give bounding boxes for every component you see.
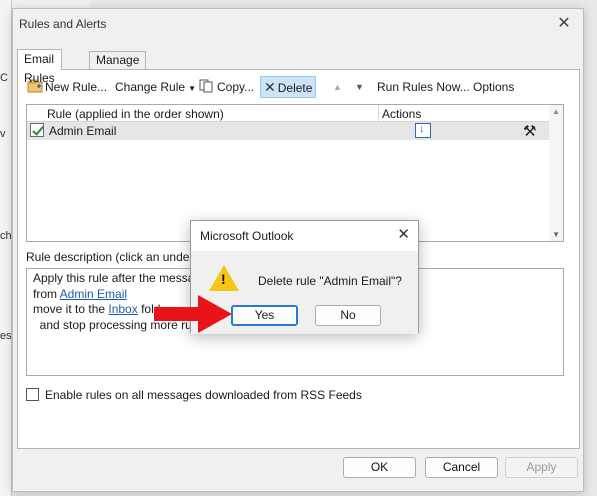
copy-label: Copy... <box>217 80 255 94</box>
rule-description-label: Rule description (click an underl <box>26 250 197 264</box>
warning-exclamation: ! <box>221 271 226 287</box>
change-rule-button[interactable]: Change Rule ▼ <box>112 76 199 98</box>
close-icon[interactable]: ✕ <box>553 13 575 35</box>
move-up-icon[interactable]: ▲ <box>330 76 345 98</box>
run-rules-now-button[interactable]: Run Rules Now... <box>374 76 473 98</box>
tab-email-rules[interactable]: Email Rules <box>17 49 62 85</box>
column-header-rule[interactable]: Rule (applied in the order shown) <box>47 107 224 121</box>
tab-manage-alerts[interactable]: Manage Alerts <box>89 51 147 84</box>
background-app: C v ch es, <box>0 0 15 496</box>
delete-x-icon: ✕ <box>264 79 276 95</box>
copy-button[interactable]: Copy... <box>196 76 257 98</box>
rules-toolbar: New Rule... Change Rule ▼ Copy... ✕ Delete… <box>24 76 573 100</box>
description-text: move it to the <box>33 302 109 316</box>
confirm-close-icon[interactable]: ✕ <box>397 225 410 243</box>
confirm-title-bar: Microsoft Outlook ✕ <box>191 221 418 251</box>
options-button[interactable]: Options <box>470 76 517 98</box>
confirm-title: Microsoft Outlook <box>200 229 294 243</box>
rule-row[interactable]: Admin Email ⚒ <box>27 122 549 140</box>
rule-list-scrollbar[interactable]: ▲ ▼ <box>549 105 563 241</box>
move-down-icon[interactable]: ▼ <box>352 76 367 98</box>
rule-enabled-checkbox[interactable] <box>30 123 44 137</box>
cancel-button[interactable]: Cancel <box>425 457 498 478</box>
confirm-message: Delete rule "Admin Email"? <box>258 274 402 288</box>
red-arrow-annotation <box>154 295 232 333</box>
column-divider <box>378 105 379 122</box>
rss-checkbox-label: Enable rules on all messages downloaded … <box>45 388 362 402</box>
delete-button[interactable]: ✕ Delete <box>260 76 317 98</box>
folder-link[interactable]: Inbox <box>108 302 137 316</box>
tools-action-icon: ⚒ <box>523 123 537 140</box>
no-button[interactable]: No <box>315 305 381 326</box>
dropdown-arrow-icon: ▼ <box>188 84 196 93</box>
change-rule-label: Change Rule <box>115 80 186 94</box>
rss-checkbox[interactable] <box>26 388 39 401</box>
copy-icon <box>199 79 213 93</box>
rule-name: Admin Email <box>49 124 117 138</box>
scroll-down-icon[interactable]: ▼ <box>552 230 560 239</box>
description-text: from <box>33 286 60 301</box>
background-fragment: ch <box>0 230 12 242</box>
yes-button[interactable]: Yes <box>231 305 298 326</box>
background-fragment: C <box>0 72 8 84</box>
apply-button: Apply <box>505 457 578 478</box>
rss-rules-option[interactable]: Enable rules on all messages downloaded … <box>26 388 362 402</box>
dialog-title: Rules and Alerts <box>19 17 107 31</box>
sender-link[interactable]: Admin Email <box>60 287 127 301</box>
move-to-folder-action-icon <box>415 123 431 138</box>
background-fragment: v <box>0 128 6 140</box>
delete-label: Delete <box>277 81 313 95</box>
ok-button[interactable]: OK <box>343 457 416 478</box>
rule-list-header: Rule (applied in the order shown) Action… <box>27 105 549 122</box>
column-header-actions[interactable]: Actions <box>382 107 421 121</box>
scroll-up-icon[interactable]: ▲ <box>552 107 560 116</box>
